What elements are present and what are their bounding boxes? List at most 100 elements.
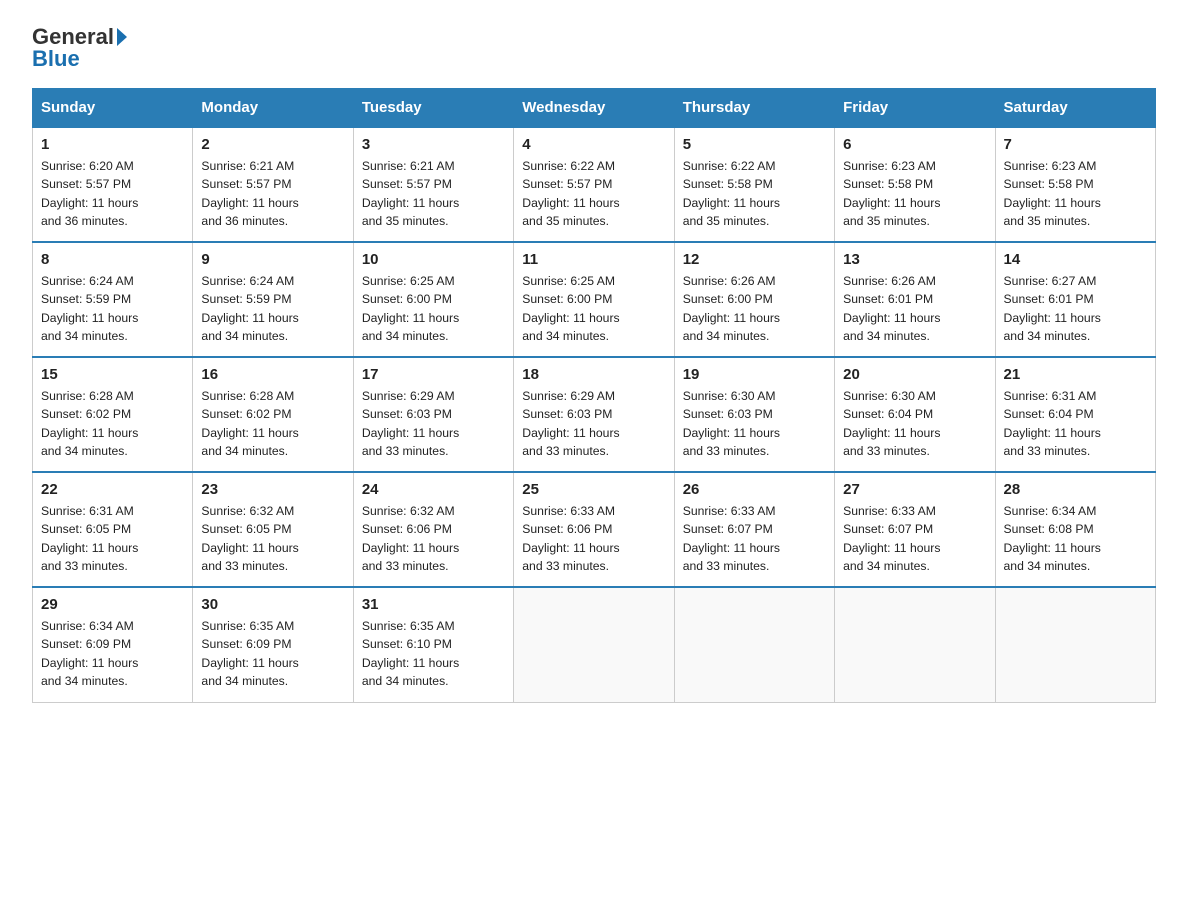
day-number: 12 (683, 251, 826, 268)
calendar-cell (674, 587, 834, 702)
calendar-cell: 16 Sunrise: 6:28 AMSunset: 6:02 PMDayligh… (193, 357, 353, 472)
calendar-cell: 10 Sunrise: 6:25 AMSunset: 6:00 PMDayligh… (353, 242, 513, 357)
day-number: 16 (201, 366, 344, 383)
col-header-saturday: Saturday (995, 89, 1155, 128)
calendar-cell: 29 Sunrise: 6:34 AMSunset: 6:09 PMDayligh… (33, 587, 193, 702)
col-header-friday: Friday (835, 89, 995, 128)
day-info: Sunrise: 6:22 AMSunset: 5:57 PMDaylight:… (522, 157, 665, 230)
calendar-cell: 2 Sunrise: 6:21 AMSunset: 5:57 PMDaylight… (193, 127, 353, 242)
day-info: Sunrise: 6:29 AMSunset: 6:03 PMDaylight:… (522, 387, 665, 460)
day-info: Sunrise: 6:35 AMSunset: 6:10 PMDaylight:… (362, 617, 505, 690)
day-number: 10 (362, 251, 505, 268)
calendar-cell: 30 Sunrise: 6:35 AMSunset: 6:09 PMDayligh… (193, 587, 353, 702)
calendar-cell: 18 Sunrise: 6:29 AMSunset: 6:03 PMDayligh… (514, 357, 674, 472)
day-number: 18 (522, 366, 665, 383)
calendar-week-row: 1 Sunrise: 6:20 AMSunset: 5:57 PMDaylight… (33, 127, 1156, 242)
day-number: 23 (201, 481, 344, 498)
calendar-cell: 14 Sunrise: 6:27 AMSunset: 6:01 PMDayligh… (995, 242, 1155, 357)
logo-blue-label: Blue (32, 46, 80, 72)
calendar-cell: 12 Sunrise: 6:26 AMSunset: 6:00 PMDayligh… (674, 242, 834, 357)
calendar-header-row: SundayMondayTuesdayWednesdayThursdayFrid… (33, 89, 1156, 128)
calendar-week-row: 8 Sunrise: 6:24 AMSunset: 5:59 PMDaylight… (33, 242, 1156, 357)
calendar-cell (995, 587, 1155, 702)
day-info: Sunrise: 6:31 AMSunset: 6:05 PMDaylight:… (41, 502, 184, 575)
calendar-cell: 28Sunrise: 6:34 AMSunset: 6:08 PMDayligh… (995, 472, 1155, 587)
calendar-cell: 6 Sunrise: 6:23 AMSunset: 5:58 PMDaylight… (835, 127, 995, 242)
calendar-cell: 31Sunrise: 6:35 AMSunset: 6:10 PMDayligh… (353, 587, 513, 702)
day-number: 1 (41, 136, 184, 153)
day-info: Sunrise: 6:35 AMSunset: 6:09 PMDaylight:… (201, 617, 344, 690)
calendar-cell: 15Sunrise: 6:28 AMSunset: 6:02 PMDayligh… (33, 357, 193, 472)
day-number: 24 (362, 481, 505, 498)
calendar-cell: 25 Sunrise: 6:33 AMSunset: 6:06 PMDayligh… (514, 472, 674, 587)
day-info: Sunrise: 6:30 AMSunset: 6:04 PMDaylight:… (843, 387, 986, 460)
calendar-cell: 9 Sunrise: 6:24 AMSunset: 5:59 PMDaylight… (193, 242, 353, 357)
page-header: General Blue (32, 24, 1156, 72)
day-info: Sunrise: 6:30 AMSunset: 6:03 PMDaylight:… (683, 387, 826, 460)
day-info: Sunrise: 6:20 AMSunset: 5:57 PMDaylight:… (41, 157, 184, 230)
calendar-cell: 22Sunrise: 6:31 AMSunset: 6:05 PMDayligh… (33, 472, 193, 587)
day-number: 13 (843, 251, 986, 268)
day-info: Sunrise: 6:24 AMSunset: 5:59 PMDaylight:… (201, 272, 344, 345)
col-header-wednesday: Wednesday (514, 89, 674, 128)
day-info: Sunrise: 6:29 AMSunset: 6:03 PMDaylight:… (362, 387, 505, 460)
day-info: Sunrise: 6:28 AMSunset: 6:02 PMDaylight:… (201, 387, 344, 460)
day-number: 4 (522, 136, 665, 153)
day-number: 26 (683, 481, 826, 498)
day-number: 17 (362, 366, 505, 383)
day-number: 19 (683, 366, 826, 383)
day-number: 14 (1004, 251, 1147, 268)
col-header-thursday: Thursday (674, 89, 834, 128)
calendar-cell: 7 Sunrise: 6:23 AMSunset: 5:58 PMDaylight… (995, 127, 1155, 242)
logo-arrow-icon (117, 28, 127, 46)
calendar-cell: 5 Sunrise: 6:22 AMSunset: 5:58 PMDaylight… (674, 127, 834, 242)
day-number: 3 (362, 136, 505, 153)
calendar-cell: 17 Sunrise: 6:29 AMSunset: 6:03 PMDayligh… (353, 357, 513, 472)
day-number: 29 (41, 596, 184, 613)
calendar-cell: 19 Sunrise: 6:30 AMSunset: 6:03 PMDayligh… (674, 357, 834, 472)
day-info: Sunrise: 6:32 AMSunset: 6:06 PMDaylight:… (362, 502, 505, 575)
calendar-cell: 11Sunrise: 6:25 AMSunset: 6:00 PMDayligh… (514, 242, 674, 357)
day-info: Sunrise: 6:26 AMSunset: 6:00 PMDaylight:… (683, 272, 826, 345)
day-info: Sunrise: 6:22 AMSunset: 5:58 PMDaylight:… (683, 157, 826, 230)
calendar-cell: 27Sunrise: 6:33 AMSunset: 6:07 PMDayligh… (835, 472, 995, 587)
day-info: Sunrise: 6:28 AMSunset: 6:02 PMDaylight:… (41, 387, 184, 460)
day-info: Sunrise: 6:23 AMSunset: 5:58 PMDaylight:… (1004, 157, 1147, 230)
calendar-cell: 1 Sunrise: 6:20 AMSunset: 5:57 PMDaylight… (33, 127, 193, 242)
day-info: Sunrise: 6:25 AMSunset: 6:00 PMDaylight:… (522, 272, 665, 345)
calendar-cell: 24 Sunrise: 6:32 AMSunset: 6:06 PMDayligh… (353, 472, 513, 587)
day-info: Sunrise: 6:27 AMSunset: 6:01 PMDaylight:… (1004, 272, 1147, 345)
day-number: 25 (522, 481, 665, 498)
day-number: 30 (201, 596, 344, 613)
day-info: Sunrise: 6:21 AMSunset: 5:57 PMDaylight:… (201, 157, 344, 230)
day-number: 6 (843, 136, 986, 153)
calendar-week-row: 15Sunrise: 6:28 AMSunset: 6:02 PMDayligh… (33, 357, 1156, 472)
col-header-sunday: Sunday (33, 89, 193, 128)
day-number: 5 (683, 136, 826, 153)
day-info: Sunrise: 6:25 AMSunset: 6:00 PMDaylight:… (362, 272, 505, 345)
day-info: Sunrise: 6:34 AMSunset: 6:09 PMDaylight:… (41, 617, 184, 690)
day-info: Sunrise: 6:23 AMSunset: 5:58 PMDaylight:… (843, 157, 986, 230)
day-info: Sunrise: 6:32 AMSunset: 6:05 PMDaylight:… (201, 502, 344, 575)
day-number: 2 (201, 136, 344, 153)
day-info: Sunrise: 6:31 AMSunset: 6:04 PMDaylight:… (1004, 387, 1147, 460)
day-info: Sunrise: 6:33 AMSunset: 6:07 PMDaylight:… (683, 502, 826, 575)
calendar-cell: 26 Sunrise: 6:33 AMSunset: 6:07 PMDayligh… (674, 472, 834, 587)
day-number: 7 (1004, 136, 1147, 153)
day-number: 21 (1004, 366, 1147, 383)
calendar-cell (835, 587, 995, 702)
day-number: 9 (201, 251, 344, 268)
day-info: Sunrise: 6:33 AMSunset: 6:07 PMDaylight:… (843, 502, 986, 575)
col-header-monday: Monday (193, 89, 353, 128)
calendar-cell (514, 587, 674, 702)
day-info: Sunrise: 6:24 AMSunset: 5:59 PMDaylight:… (41, 272, 184, 345)
day-number: 20 (843, 366, 986, 383)
calendar-cell: 20 Sunrise: 6:30 AMSunset: 6:04 PMDayligh… (835, 357, 995, 472)
day-number: 8 (41, 251, 184, 268)
calendar-cell: 4 Sunrise: 6:22 AMSunset: 5:57 PMDaylight… (514, 127, 674, 242)
calendar-cell: 13Sunrise: 6:26 AMSunset: 6:01 PMDayligh… (835, 242, 995, 357)
day-info: Sunrise: 6:33 AMSunset: 6:06 PMDaylight:… (522, 502, 665, 575)
calendar-cell: 21 Sunrise: 6:31 AMSunset: 6:04 PMDayligh… (995, 357, 1155, 472)
day-info: Sunrise: 6:34 AMSunset: 6:08 PMDaylight:… (1004, 502, 1147, 575)
calendar-cell: 3Sunrise: 6:21 AMSunset: 5:57 PMDaylight… (353, 127, 513, 242)
